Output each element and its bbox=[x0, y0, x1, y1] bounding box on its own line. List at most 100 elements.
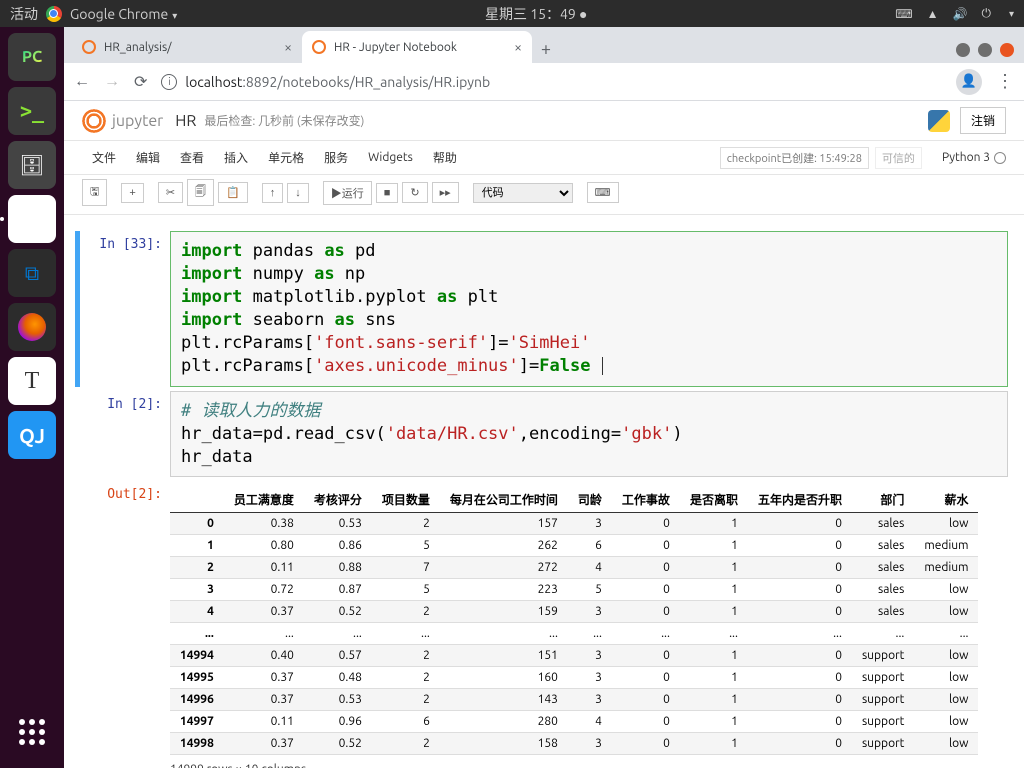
launcher-terminal[interactable]: >_ bbox=[8, 87, 56, 135]
cell-type-select[interactable]: 代码 bbox=[473, 183, 573, 203]
table-header: 考核评分 bbox=[304, 487, 372, 513]
table-header: 每月在公司工作时间 bbox=[440, 487, 568, 513]
menu-edit[interactable]: 编辑 bbox=[126, 145, 170, 170]
input-prompt: In [2]: bbox=[80, 391, 170, 478]
table-row: 149970.110.9662804010supportlow bbox=[170, 711, 978, 733]
jupyter-toolbar: 🖫 + ✂ 🗐 📋 ↑ ↓ ▶运行 ■ ↻ ▸▸ 代码 ⌨ bbox=[64, 175, 1024, 215]
dataframe-table: 员工满意度考核评分项目数量每月在公司工作时间司龄工作事故是否离职五年内是否升职部… bbox=[170, 487, 978, 755]
close-window-button[interactable] bbox=[1000, 43, 1014, 57]
paste-button[interactable]: 📋 bbox=[218, 182, 248, 203]
back-button[interactable]: ← bbox=[74, 72, 90, 91]
menu-widgets[interactable]: Widgets bbox=[358, 147, 423, 168]
launcher-chrome[interactable] bbox=[8, 195, 56, 243]
active-app-name[interactable]: Google Chrome▾ bbox=[70, 6, 177, 22]
activities-button[interactable]: 活动 bbox=[10, 4, 38, 24]
browser-tab-2[interactable]: HR - Jupyter Notebook × bbox=[302, 31, 532, 63]
output-cell: Out[2]: 员工满意度考核评分项目数量每月在公司工作时间司龄工作事故是否离职… bbox=[80, 481, 1008, 768]
table-header: 是否离职 bbox=[680, 487, 748, 513]
jupyter-icon bbox=[82, 40, 96, 54]
kernel-indicator[interactable]: Python 3 bbox=[942, 151, 1006, 164]
code-cell[interactable]: In [33]: import pandas as pd import nump… bbox=[75, 231, 1008, 387]
restart-run-all-button[interactable]: ▸▸ bbox=[432, 182, 459, 203]
url-input[interactable]: i localhost:8892/notebooks/HR_analysis/H… bbox=[161, 74, 942, 90]
code-input[interactable]: # 读取人力的数据 hr_data=pd.read_csv('data/HR.c… bbox=[170, 391, 1008, 478]
profile-icon[interactable]: 👤 bbox=[956, 69, 982, 95]
network-icon[interactable]: ▲ bbox=[927, 7, 939, 21]
table-header: 工作事故 bbox=[612, 487, 680, 513]
show-applications[interactable] bbox=[8, 708, 56, 756]
site-info-icon[interactable]: i bbox=[161, 74, 177, 90]
trusted-indicator[interactable]: 可信的 bbox=[875, 147, 922, 169]
gnome-top-panel: 活动 Google Chrome▾ 星期三 15：49 ● ⌨ ▲ 🔊 ⏻ ▾ bbox=[0, 0, 1024, 27]
table-row: 149940.400.5721513010supportlow bbox=[170, 645, 978, 667]
text-cursor bbox=[602, 357, 603, 375]
logout-button[interactable]: 注销 bbox=[960, 107, 1006, 134]
window-controls bbox=[956, 43, 1024, 63]
ubuntu-dock: PC >_ 🗄 ⧉ T QJ bbox=[0, 27, 64, 768]
chrome-icon bbox=[46, 6, 62, 22]
input-prompt: In [33]: bbox=[80, 231, 170, 387]
launcher-app[interactable]: QJ bbox=[8, 411, 56, 459]
menu-cell[interactable]: 单元格 bbox=[258, 145, 314, 170]
launcher-vscode[interactable]: ⧉ bbox=[8, 249, 56, 297]
notification-area: checkpoint已创建: 15:49:28 bbox=[720, 147, 869, 169]
launcher-firefox[interactable] bbox=[8, 303, 56, 351]
command-palette-button[interactable]: ⌨ bbox=[587, 182, 619, 203]
run-button[interactable]: ▶运行 bbox=[323, 181, 372, 205]
code-cell[interactable]: In [2]: # 读取人力的数据 hr_data=pd.read_csv('d… bbox=[80, 391, 1008, 478]
menu-kernel[interactable]: 服务 bbox=[314, 145, 358, 170]
table-row: 149960.370.5321433010supportlow bbox=[170, 689, 978, 711]
notebook-name[interactable]: HR bbox=[175, 112, 196, 130]
launcher-files[interactable]: 🗄 bbox=[8, 141, 56, 189]
cut-button[interactable]: ✂ bbox=[158, 182, 183, 203]
minimize-button[interactable] bbox=[956, 43, 970, 57]
menu-file[interactable]: 文件 bbox=[82, 145, 126, 170]
jupyter-logo[interactable]: jupyter bbox=[82, 109, 163, 133]
menu-insert[interactable]: 插入 bbox=[214, 145, 258, 170]
power-icon[interactable]: ⏻ bbox=[981, 7, 991, 21]
tab-title: HR_analysis/ bbox=[104, 41, 172, 54]
table-header: 司龄 bbox=[568, 487, 612, 513]
notebook-cells: In [33]: import pandas as pd import nump… bbox=[64, 215, 1024, 768]
launcher-typora[interactable]: T bbox=[8, 357, 56, 405]
table-header: 员工满意度 bbox=[224, 487, 304, 513]
jupyter-notebook: jupyter HR 最后检查: 几秒前 (未保存改变) 注销 文件 编辑 查看… bbox=[64, 101, 1024, 768]
close-icon[interactable]: × bbox=[514, 39, 522, 55]
system-menu-icon[interactable]: ▾ bbox=[1009, 8, 1014, 20]
add-cell-button[interactable]: + bbox=[121, 183, 143, 203]
keyboard-icon[interactable]: ⌨ bbox=[895, 7, 912, 21]
table-row: 00.380.5321573010saleslow bbox=[170, 513, 978, 535]
launcher-pycharm[interactable]: PC bbox=[8, 33, 56, 81]
volume-icon[interactable]: 🔊 bbox=[953, 7, 968, 21]
jupyter-icon bbox=[312, 40, 326, 54]
restart-button[interactable]: ↻ bbox=[402, 182, 427, 203]
close-icon[interactable]: × bbox=[284, 39, 292, 55]
menu-help[interactable]: 帮助 bbox=[423, 145, 467, 170]
copy-button[interactable]: 🗐 bbox=[187, 179, 214, 206]
table-header: 五年内是否升职 bbox=[748, 487, 852, 513]
menu-view[interactable]: 查看 bbox=[170, 145, 214, 170]
address-bar: ← → ⟳ i localhost:8892/notebooks/HR_anal… bbox=[64, 63, 1024, 101]
reload-button[interactable]: ⟳ bbox=[134, 72, 147, 91]
interrupt-button[interactable]: ■ bbox=[376, 183, 399, 203]
chrome-menu-icon[interactable]: ⋮ bbox=[996, 71, 1014, 92]
maximize-button[interactable] bbox=[978, 43, 992, 57]
table-row: 149980.370.5221583010supportlow bbox=[170, 733, 978, 755]
move-up-button[interactable]: ↑ bbox=[262, 183, 284, 203]
tab-title: HR - Jupyter Notebook bbox=[334, 41, 457, 54]
table-header bbox=[170, 487, 224, 513]
output-prompt: Out[2]: bbox=[80, 481, 170, 768]
chrome-window: HR_analysis/ × HR - Jupyter Notebook × +… bbox=[64, 27, 1024, 768]
new-tab-button[interactable]: + bbox=[532, 35, 560, 63]
clock[interactable]: 星期三 15：49 ● bbox=[177, 4, 895, 24]
forward-button[interactable]: → bbox=[104, 72, 120, 91]
jupyter-header: jupyter HR 最后检查: 几秒前 (未保存改变) 注销 bbox=[64, 101, 1024, 141]
table-header: 部门 bbox=[852, 487, 914, 513]
table-header: 项目数量 bbox=[372, 487, 440, 513]
move-down-button[interactable]: ↓ bbox=[287, 183, 309, 203]
save-button[interactable]: 🖫 bbox=[82, 179, 107, 206]
code-input[interactable]: import pandas as pd import numpy as np i… bbox=[170, 231, 1008, 387]
browser-tab-1[interactable]: HR_analysis/ × bbox=[72, 31, 302, 63]
table-header: 薪水 bbox=[914, 487, 978, 513]
table-row: 149950.370.4821603010supportlow bbox=[170, 667, 978, 689]
